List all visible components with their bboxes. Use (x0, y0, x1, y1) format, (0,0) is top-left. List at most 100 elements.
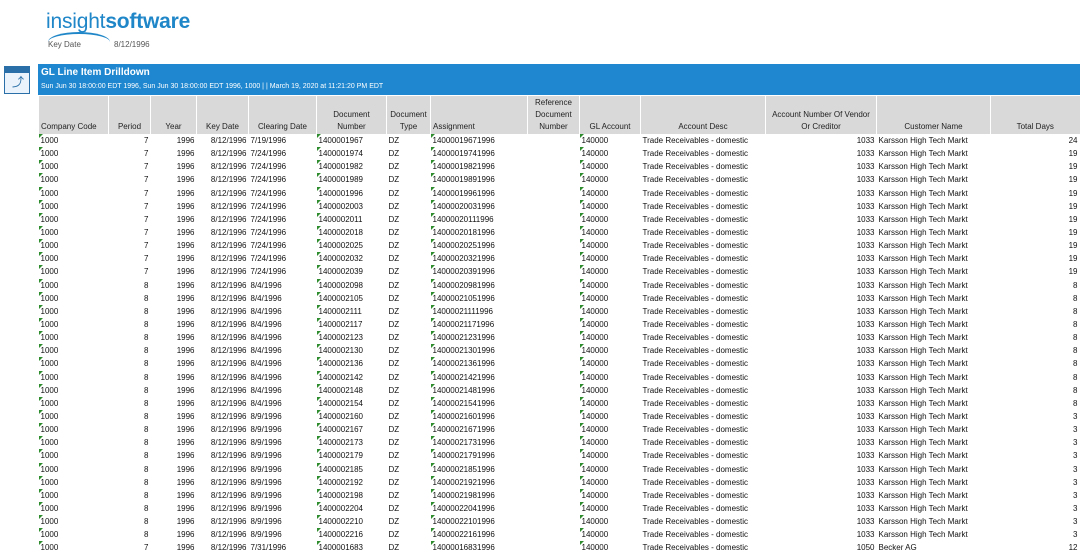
table-cell[interactable]: Trade Receivables - domestic (641, 357, 766, 370)
table-cell[interactable]: 3 (991, 436, 1080, 449)
table-cell[interactable]: 1033 (766, 187, 877, 200)
table-cell[interactable]: 1400002167 (316, 423, 387, 436)
table-row[interactable]: 1000 7 1996 8/12/1996 7/24/1996 1400002011 DZ 1… (38, 212, 1080, 226)
table-cell[interactable]: 14000020391996 (430, 265, 528, 278)
table-cell[interactable]: Trade Receivables - domestic (641, 384, 766, 397)
table-cell[interactable]: 8/9/1996 (249, 476, 317, 489)
table-cell[interactable]: 1400002098 (316, 278, 387, 292)
table-cell[interactable]: 8/4/1996 (249, 318, 317, 331)
table-cell[interactable]: 1400001982 (316, 160, 387, 173)
table-cell[interactable]: Trade Receivables - domestic (641, 147, 766, 160)
table-cell[interactable] (528, 423, 580, 436)
column-header[interactable]: Document Type (386, 96, 431, 134)
table-cell[interactable]: 1996 (151, 318, 197, 331)
table-cell[interactable]: 8 (109, 476, 151, 489)
table-cell[interactable] (528, 410, 580, 423)
table-row[interactable]: 1000 8 1996 8/12/1996 8/4/1996 1400002105 DZ 14… (38, 291, 1080, 305)
table-cell[interactable]: 140000 (579, 528, 641, 541)
table-cell[interactable] (528, 226, 580, 239)
table-cell[interactable]: 1033 (766, 463, 877, 476)
table-row[interactable]: 1000 8 1996 8/12/1996 8/9/1996 1400002167 DZ 14… (38, 423, 1080, 436)
table-cell[interactable]: 3 (991, 489, 1080, 502)
table-cell[interactable]: 1400001996 (316, 186, 387, 200)
table-cell[interactable]: DZ (387, 528, 431, 541)
table-cell[interactable]: 1033 (766, 213, 877, 226)
table-cell[interactable]: 1033 (766, 502, 877, 515)
table-cell[interactable]: 7/24/1996 (249, 147, 317, 160)
table-cell[interactable]: 1996 (151, 239, 197, 252)
table-cell[interactable]: 8 (991, 318, 1080, 331)
table-cell[interactable]: 1996 (151, 410, 197, 423)
table-cell[interactable]: 1033 (766, 279, 877, 292)
table-cell[interactable]: 1000 (38, 475, 109, 489)
table-cell[interactable]: DZ (387, 173, 431, 186)
table-cell[interactable]: 1996 (151, 265, 197, 278)
table-cell[interactable]: 19 (991, 252, 1080, 265)
table-cell[interactable]: 1000 (38, 357, 109, 370)
table-cell[interactable]: Trade Receivables - domestic (641, 279, 766, 292)
table-cell[interactable]: Karsson High Tech Markt (877, 502, 991, 515)
table-cell[interactable]: 7/24/1996 (249, 173, 317, 186)
report-grid[interactable]: Company Code Period Year Key Date Clearing D… (38, 96, 1080, 557)
table-cell[interactable]: 1400002003 (316, 199, 387, 213)
table-cell[interactable]: 8 (109, 331, 151, 344)
table-cell[interactable]: Trade Receivables - domestic (641, 528, 766, 541)
table-cell[interactable]: Trade Receivables - domestic (641, 160, 766, 173)
table-cell[interactable]: DZ (387, 160, 431, 173)
table-cell[interactable]: 1000 (38, 160, 109, 173)
table-cell[interactable]: Trade Receivables - domestic (641, 436, 766, 449)
table-cell[interactable]: 8 (109, 515, 151, 528)
table-cell[interactable]: 3 (991, 449, 1080, 462)
table-cell[interactable]: 8/4/1996 (249, 357, 317, 370)
table-cell[interactable]: 14000019671996 (430, 134, 528, 147)
column-header[interactable]: Period (108, 96, 151, 134)
table-cell[interactable]: DZ (387, 449, 431, 462)
table-cell[interactable]: 8/12/1996 (197, 213, 249, 226)
table-cell[interactable]: 1000 (38, 317, 109, 331)
table-cell[interactable]: Trade Receivables - domestic (641, 489, 766, 502)
table-cell[interactable]: 8/9/1996 (249, 449, 317, 462)
table-cell[interactable] (528, 200, 580, 213)
table-cell[interactable]: 7/24/1996 (249, 252, 317, 265)
table-cell[interactable]: 1996 (151, 436, 197, 449)
table-cell[interactable]: 1400002198 (316, 488, 387, 502)
column-header[interactable]: Company Code (38, 96, 109, 134)
table-cell[interactable]: 8 (109, 463, 151, 476)
table-cell[interactable]: 140000 (579, 488, 641, 502)
table-cell[interactable]: 3 (991, 515, 1080, 528)
table-cell[interactable]: Karsson High Tech Markt (877, 463, 991, 476)
table-row[interactable]: 1000 7 1996 8/12/1996 7/24/1996 1400001974 DZ 1… (38, 147, 1080, 160)
table-cell[interactable]: DZ (387, 371, 431, 384)
table-cell[interactable]: 7/24/1996 (249, 239, 317, 252)
table-cell[interactable]: 1400002105 (316, 291, 387, 305)
table-cell[interactable] (528, 187, 580, 200)
table-cell[interactable]: 1996 (151, 200, 197, 213)
table-cell[interactable]: 140000 (579, 134, 641, 147)
column-header[interactable]: Account Desc (640, 96, 766, 134)
table-cell[interactable]: 7 (109, 147, 151, 160)
table-cell[interactable]: DZ (387, 344, 431, 357)
table-cell[interactable]: 1400002210 (316, 515, 387, 528)
table-cell[interactable]: 140000 (579, 173, 641, 186)
table-cell[interactable]: 1996 (151, 160, 197, 173)
table-cell[interactable]: 8 (991, 357, 1080, 370)
table-cell[interactable]: 140000 (579, 501, 641, 515)
table-cell[interactable]: Karsson High Tech Markt (877, 173, 991, 186)
table-cell[interactable]: Karsson High Tech Markt (877, 331, 991, 344)
table-cell[interactable]: 1996 (151, 147, 197, 160)
table-cell[interactable]: 1996 (151, 305, 197, 318)
table-cell[interactable]: Trade Receivables - domestic (641, 134, 766, 147)
table-cell[interactable]: 140000 (579, 317, 641, 331)
table-cell[interactable]: 1400002216 (316, 528, 387, 541)
table-cell[interactable]: DZ (387, 397, 431, 410)
table-cell[interactable]: 1033 (766, 160, 877, 173)
table-cell[interactable]: Becker AG (877, 541, 991, 554)
table-cell[interactable]: Karsson High Tech Markt (877, 357, 991, 370)
table-cell[interactable]: 1400002011 (316, 212, 387, 226)
report-refresh-icon[interactable]: ⤴ (4, 66, 30, 94)
column-header[interactable]: GL Account (579, 96, 641, 134)
table-cell[interactable]: 140000 (579, 396, 641, 410)
table-cell[interactable]: Karsson High Tech Markt (877, 252, 991, 265)
table-cell[interactable]: 8/12/1996 (197, 160, 249, 173)
table-cell[interactable]: 14000021481996 (430, 383, 528, 397)
